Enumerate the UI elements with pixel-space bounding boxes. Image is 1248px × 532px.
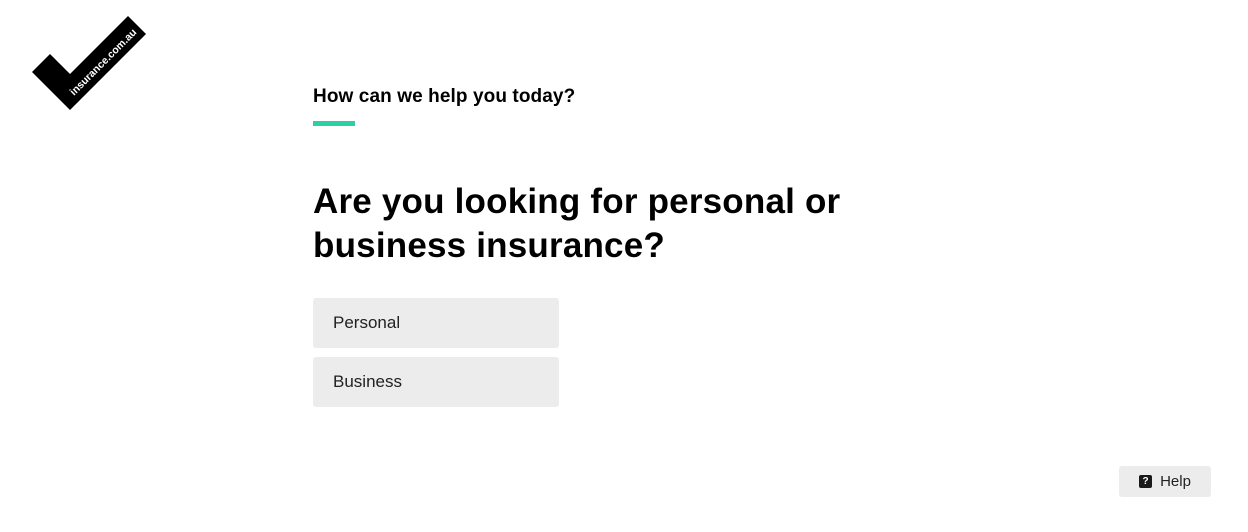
logo-text: insurance.com.au: [68, 27, 140, 99]
question-title: Are you looking for personal or business…: [313, 182, 841, 265]
brand-logo[interactable]: insurance.com.au: [28, 12, 150, 112]
option-business-button[interactable]: Business: [313, 357, 559, 407]
option-label: Personal: [333, 313, 401, 332]
page: insurance.com.au How can we help you tod…: [0, 0, 1248, 532]
help-label: Help: [1160, 473, 1191, 490]
question-icon: ?: [1139, 475, 1153, 488]
help-button[interactable]: ? Help: [1119, 466, 1211, 497]
step-header: How can we help you today?: [313, 86, 576, 107]
option-label: Business: [333, 372, 402, 391]
step-underline: [313, 121, 355, 126]
option-personal-button[interactable]: Personal: [313, 298, 559, 348]
